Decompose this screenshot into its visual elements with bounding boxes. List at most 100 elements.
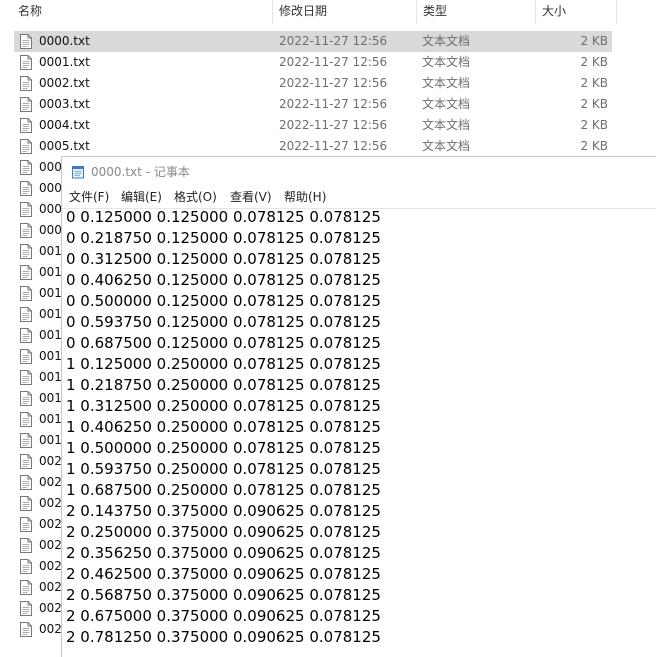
file-modified: 2022-11-27 12:56	[279, 34, 388, 48]
text-line: 1 0.125000 0.250000 0.078125 0.078125	[66, 355, 381, 373]
file-row-partial[interactable]: 001	[14, 241, 62, 262]
file-name: 001	[39, 265, 62, 279]
text-file-icon	[20, 538, 32, 553]
title-bar[interactable]: 0000.txt - 记事本	[62, 157, 656, 187]
file-name: 002	[39, 622, 62, 636]
text-line: 1 0.687500 0.250000 0.078125 0.078125	[66, 481, 381, 499]
file-row-partial[interactable]: 002	[14, 451, 62, 472]
file-name: 000	[39, 181, 62, 195]
column-header-type[interactable]: 类型	[423, 0, 447, 23]
file-row[interactable]: 0002.txt 2022-11-27 12:56 文本文档 2 KB	[14, 73, 612, 94]
file-size: 2 KB	[580, 118, 608, 132]
file-row-partial[interactable]: 000	[14, 178, 62, 199]
file-name: 002	[39, 538, 62, 552]
file-row-partial[interactable]: 002	[14, 514, 62, 535]
file-row-partial[interactable]: 002	[14, 493, 62, 514]
file-name: 002	[39, 559, 62, 573]
text-file-icon	[20, 601, 32, 616]
text-line: 0 0.218750 0.125000 0.078125 0.078125	[66, 229, 381, 247]
file-row-partial[interactable]: 000	[14, 220, 62, 241]
file-row-partial[interactable]: 000	[14, 199, 62, 220]
file-row[interactable]: 0000.txt 2022-11-27 12:56 文本文档 2 KB	[14, 31, 612, 52]
file-row[interactable]: 0001.txt 2022-11-27 12:56 文本文档 2 KB	[14, 52, 612, 73]
text-file-icon	[20, 559, 32, 574]
column-divider[interactable]	[535, 0, 536, 24]
file-row-partial[interactable]: 000	[14, 157, 62, 178]
file-name: 001	[39, 412, 62, 426]
file-modified: 2022-11-27 12:56	[279, 139, 388, 153]
menu-help[interactable]: 帮助(H)	[284, 187, 326, 207]
file-row-partial[interactable]: 002	[14, 619, 62, 640]
column-header-name[interactable]: 名称	[18, 0, 42, 23]
text-file-icon	[20, 181, 32, 196]
file-name: 002	[39, 580, 62, 594]
file-name: 0000.txt	[39, 34, 90, 48]
file-name: 001	[39, 307, 62, 321]
file-row-partial[interactable]: 002	[14, 472, 62, 493]
file-row-partial[interactable]: 001	[14, 388, 62, 409]
text-file-icon	[20, 307, 32, 322]
text-line: 2 0.568750 0.375000 0.090625 0.078125	[66, 586, 381, 604]
file-type: 文本文档	[422, 139, 471, 153]
column-divider[interactable]	[272, 0, 273, 24]
file-name: 002	[39, 475, 62, 489]
text-line: 1 0.406250 0.250000 0.078125 0.078125	[66, 418, 381, 436]
file-row[interactable]: 0004.txt 2022-11-27 12:56 文本文档 2 KB	[14, 115, 612, 136]
file-name: 002	[39, 517, 62, 531]
sort-up-icon: ^	[140, 0, 148, 12]
text-file-icon	[20, 139, 32, 154]
text-line: 0 0.406250 0.125000 0.078125 0.078125	[66, 271, 381, 289]
file-size: 2 KB	[580, 55, 608, 69]
menu-bar: 文件(F) 编辑(E) 格式(O) 查看(V) 帮助(H)	[62, 187, 656, 207]
file-type: 文本文档	[422, 76, 471, 90]
text-line: 2 0.143750 0.375000 0.090625 0.078125	[66, 502, 381, 520]
text-file-icon	[20, 622, 32, 637]
menu-view[interactable]: 查看(V)	[230, 187, 272, 207]
file-name: 0004.txt	[39, 118, 90, 132]
file-name: 000	[39, 223, 62, 237]
file-row-partial[interactable]: 001	[14, 304, 62, 325]
file-modified: 2022-11-27 12:56	[279, 97, 388, 111]
file-row-partial[interactable]: 001	[14, 430, 62, 451]
file-type: 文本文档	[422, 55, 471, 69]
file-row[interactable]: 0005.txt 2022-11-27 12:56 文本文档 2 KB	[14, 136, 612, 157]
text-line: 0 0.125000 0.125000 0.078125 0.078125	[66, 208, 381, 226]
column-divider[interactable]	[416, 0, 417, 24]
file-name: 000	[39, 160, 62, 174]
menu-file[interactable]: 文件(F)	[69, 187, 109, 207]
file-row-partial[interactable]: 002	[14, 556, 62, 577]
file-row-partial[interactable]: 001	[14, 283, 62, 304]
column-divider[interactable]	[616, 0, 617, 24]
file-row-partial[interactable]: 001	[14, 367, 62, 388]
file-row-partial[interactable]: 002	[14, 535, 62, 556]
column-header-modified[interactable]: 修改日期	[279, 0, 327, 23]
file-name: 002	[39, 454, 62, 468]
menu-edit[interactable]: 编辑(E)	[121, 187, 162, 207]
column-header-size[interactable]: 大小	[542, 0, 566, 23]
file-row-partial[interactable]: 001	[14, 325, 62, 346]
file-name: 001	[39, 349, 62, 363]
text-file-icon	[20, 370, 32, 385]
text-file-icon	[20, 349, 32, 364]
text-file-icon	[20, 286, 32, 301]
text-editor[interactable]: 0 0.125000 0.125000 0.078125 0.078125 0 0…	[62, 208, 656, 657]
file-row-partial[interactable]: 001	[14, 346, 62, 367]
text-line: 1 0.312500 0.250000 0.078125 0.078125	[66, 397, 381, 415]
file-row-partial[interactable]: 001	[14, 409, 62, 430]
file-row-partial[interactable]: 002	[14, 577, 62, 598]
file-row-partial[interactable]: 001	[14, 262, 62, 283]
file-row[interactable]: 0003.txt 2022-11-27 12:56 文本文档 2 KB	[14, 94, 612, 115]
text-line: 0 0.312500 0.125000 0.078125 0.078125	[66, 250, 381, 268]
text-file-icon	[20, 475, 32, 490]
file-type: 文本文档	[422, 97, 471, 111]
text-line: 1 0.218750 0.250000 0.078125 0.078125	[66, 376, 381, 394]
menu-format[interactable]: 格式(O)	[174, 187, 217, 207]
file-name: 0002.txt	[39, 76, 90, 90]
text-line: 0 0.500000 0.125000 0.078125 0.078125	[66, 292, 381, 310]
file-row-partial[interactable]: 002	[14, 598, 62, 619]
text-file-icon	[20, 265, 32, 280]
text-file-icon	[20, 244, 32, 259]
file-name: 001	[39, 328, 62, 342]
file-name: 001	[39, 286, 62, 300]
text-line: 1 0.593750 0.250000 0.078125 0.078125	[66, 460, 381, 478]
